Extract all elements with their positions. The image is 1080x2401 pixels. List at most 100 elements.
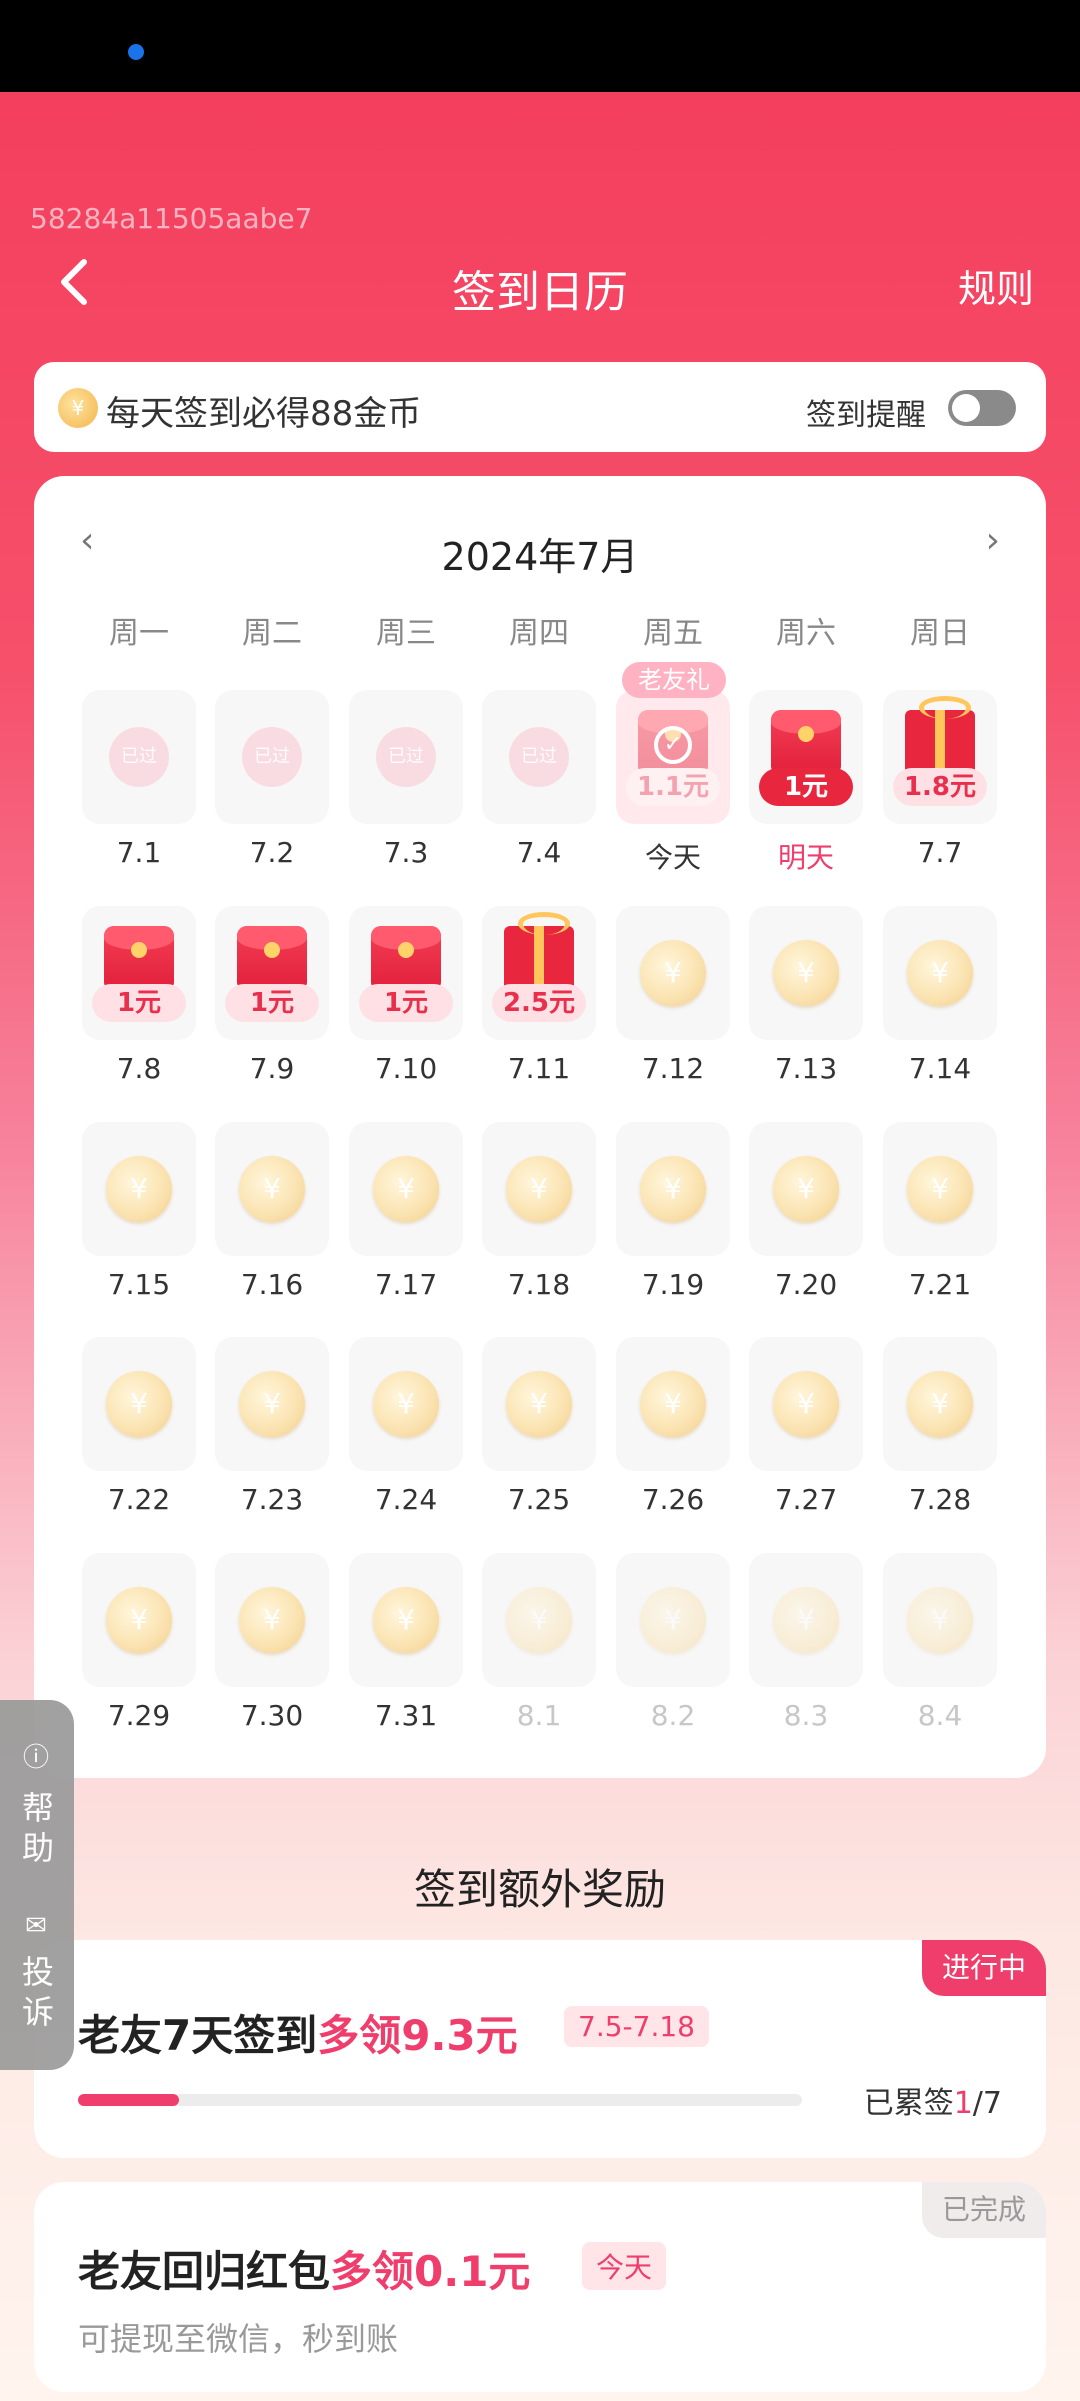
calendar-day[interactable]: ¥7.21 [883, 1122, 997, 1302]
gift-box-icon [905, 696, 975, 776]
calendar-day[interactable]: ¥7.15 [82, 1122, 196, 1302]
mail-icon: ✉ [25, 1911, 47, 1941]
gold-coin-icon: ¥ [506, 1156, 572, 1222]
gold-coin-icon: ¥ [373, 1156, 439, 1222]
calendar-day[interactable]: 已过 7.1 [82, 690, 196, 870]
streak-progress-text: 已累签1/7 [864, 2078, 1002, 2122]
day-label: 8.4 [917, 1699, 963, 1732]
rules-link[interactable]: 规则 [958, 258, 1034, 313]
calendar-day[interactable]: 1元明天 [749, 690, 863, 874]
red-envelope-icon [771, 710, 841, 774]
calendar-day[interactable]: 已过 7.4 [482, 690, 596, 870]
day-tile: ¥ [215, 1122, 329, 1256]
day-tile: ¥ [349, 1337, 463, 1471]
calendar-day[interactable]: 已过 7.3 [349, 690, 463, 870]
calendar-day[interactable]: ¥7.27 [749, 1337, 863, 1517]
calendar-day[interactable]: ¥7.18 [482, 1122, 596, 1302]
calendar-day[interactable]: ¥7.17 [349, 1122, 463, 1302]
streak-progress-fill [78, 2094, 180, 2106]
calendar-day[interactable]: 老友礼 ✓ 1.1元 今天 [616, 662, 730, 874]
calendar-day[interactable]: 1.8元 7.7 [883, 690, 997, 870]
calendar-day[interactable]: ¥8.3 [749, 1553, 863, 1733]
day-tile: ¥ [349, 1122, 463, 1256]
day-tile: ¥ [482, 1337, 596, 1471]
day-label: 7.17 [374, 1268, 438, 1301]
gold-coin-icon: ¥ [239, 1587, 305, 1653]
calendar-day[interactable]: ¥7.23 [215, 1337, 329, 1517]
red-envelope-icon [237, 926, 307, 990]
streak-progress-bar [78, 2094, 802, 2106]
calendar-day[interactable]: ¥7.28 [883, 1337, 997, 1517]
calendar-day[interactable]: 1元 7.8 [82, 906, 196, 1086]
calendar-day[interactable]: ¥8.4 [883, 1553, 997, 1733]
calendar-card: ‹ 2024年7月 › 周一 周二 周三 周四 周五 周六 周日 已过 7.1 已过… [34, 476, 1046, 1778]
gift-box-icon [504, 912, 574, 992]
extra-reward-title: 签到额外奖励 [413, 1865, 666, 1914]
gold-coin-icon: ¥ [106, 1371, 172, 1437]
calendar-day[interactable]: ¥7.29 [82, 1553, 196, 1733]
streak-title-amount: 多领9.3元 [317, 2011, 518, 2060]
day-label: 7.8 [116, 1052, 162, 1085]
month-title: 2024年7月 [441, 535, 639, 579]
calendar-day[interactable]: ¥7.16 [215, 1122, 329, 1302]
calendar-day[interactable]: ¥8.1 [482, 1553, 596, 1733]
side-help-panel: ⓘ 帮助 ✉ 投诉 [0, 1700, 74, 2070]
calendar-day[interactable]: ¥7.12 [616, 906, 730, 1086]
gold-coin-icon: ¥ [106, 1156, 172, 1222]
calendar-day[interactable]: ¥7.20 [749, 1122, 863, 1302]
reward-amount: 1元 [759, 768, 853, 806]
day-label: 7.28 [908, 1483, 972, 1516]
complain-button[interactable]: 投诉 [18, 1952, 58, 2032]
calendar-day[interactable]: ¥7.24 [349, 1337, 463, 1517]
passed-stamp-icon: 已过 [242, 727, 302, 787]
calendar-day[interactable]: ¥8.2 [616, 1553, 730, 1733]
day-tile: ¥ [82, 1553, 196, 1687]
calendar-day[interactable]: ¥7.14 [883, 906, 997, 1086]
day-label: 7.26 [641, 1483, 705, 1516]
help-button[interactable]: 帮助 [18, 1788, 58, 1868]
day-tile: ¥ [883, 906, 997, 1040]
calendar-day[interactable]: ¥7.13 [749, 906, 863, 1086]
day-label: 7.16 [240, 1268, 304, 1301]
day-label: 7.11 [507, 1052, 571, 1085]
reward-amount: 1元 [359, 984, 453, 1022]
calendar-day[interactable]: ¥7.19 [616, 1122, 730, 1302]
day-tile: ¥ [616, 1553, 730, 1687]
day-label: 明天 [777, 841, 834, 874]
calendar-day[interactable]: ¥7.31 [349, 1553, 463, 1733]
day-label: 7.24 [374, 1483, 438, 1516]
day-tile: ¥ [883, 1122, 997, 1256]
streak-reward-card[interactable]: 进行中 老友7天签到多领9.3元 7.5-7.18 已累签1/7 [34, 1940, 1046, 2158]
day-tile: 已过 [82, 690, 196, 824]
calendar-day[interactable]: ¥7.25 [482, 1337, 596, 1517]
next-month-button[interactable]: › [986, 520, 1000, 561]
gold-coin-icon: ¥ [907, 1587, 973, 1653]
day-label: 7.19 [641, 1268, 705, 1301]
calendar-day[interactable]: ¥7.26 [616, 1337, 730, 1517]
reward-amount: 1元 [92, 984, 186, 1022]
gold-coin-icon: ¥ [640, 1371, 706, 1437]
day-tile: ¥ [616, 906, 730, 1040]
calendar-day[interactable]: ¥7.30 [215, 1553, 329, 1733]
day-label: 7.25 [507, 1483, 571, 1516]
calendar-day[interactable]: 1元 7.9 [215, 906, 329, 1086]
return-gift-card[interactable]: 已完成 老友回归红包多领0.1元 今天 可提现至微信，秒到账 [34, 2182, 1046, 2392]
day-label: 7.9 [249, 1052, 295, 1085]
day-tile: 已过 [215, 690, 329, 824]
remind-toggle[interactable] [948, 390, 1016, 426]
day-label: 8.2 [650, 1699, 696, 1732]
weekday-label: 周六 [776, 616, 836, 651]
signin-banner: ¥ 每天签到必得88金币 签到提醒 [34, 362, 1046, 452]
streak-date-range: 7.5-7.18 [564, 2006, 709, 2047]
coin-icon: ¥ [58, 388, 98, 428]
calendar-day[interactable]: 已过 7.2 [215, 690, 329, 870]
reward-amount: 1.1元 [626, 768, 720, 806]
calendar-day[interactable]: 1元 7.10 [349, 906, 463, 1086]
day-label: 7.22 [107, 1483, 171, 1516]
passed-stamp-icon: 已过 [509, 727, 569, 787]
calendar-day[interactable]: 2.5元 7.11 [482, 906, 596, 1086]
day-tile: ¥ [749, 1553, 863, 1687]
status-bar [0, 0, 1080, 92]
progress-done: 1 [953, 2086, 973, 2121]
calendar-day[interactable]: ¥7.22 [82, 1337, 196, 1517]
